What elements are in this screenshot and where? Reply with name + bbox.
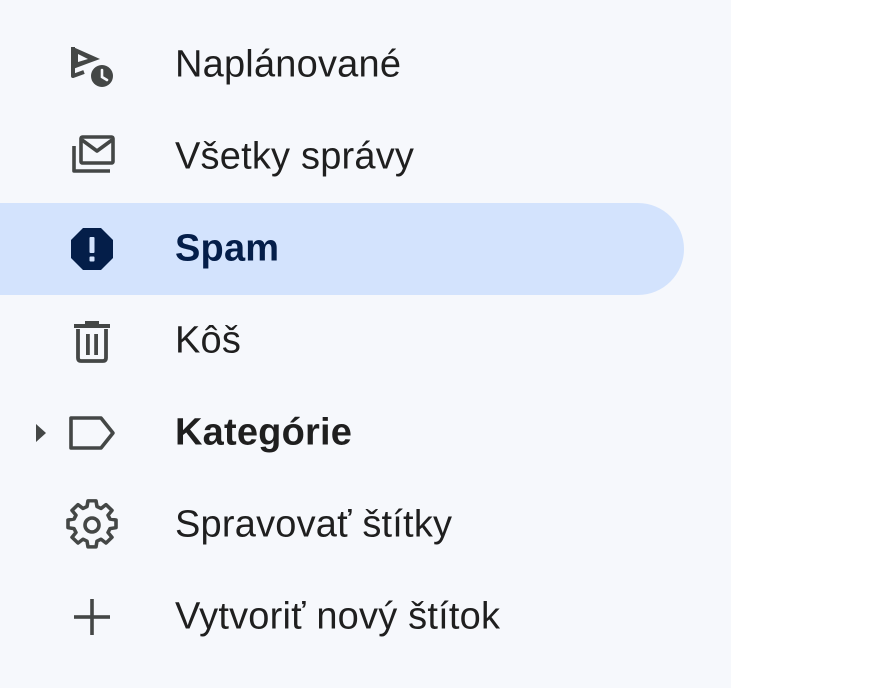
sidebar-item-label: Všetky správy xyxy=(175,135,415,178)
sidebar: Naplánované Všetky správy Spam Kôš Kateg… xyxy=(0,0,731,688)
sidebar-item-create-label[interactable]: Vytvoriť nový štítok xyxy=(0,571,684,663)
trash-icon xyxy=(66,315,118,367)
sidebar-item-categories[interactable]: Kategórie xyxy=(0,387,684,479)
sidebar-item-manage-labels[interactable]: Spravovať štítky xyxy=(0,479,684,571)
label-icon xyxy=(66,407,118,459)
sidebar-item-label: Spravovať štítky xyxy=(175,503,453,546)
sidebar-item-all-mail[interactable]: Všetky správy xyxy=(0,111,684,203)
sidebar-item-label: Vytvoriť nový štítok xyxy=(175,595,501,638)
plus-icon xyxy=(66,591,118,643)
sidebar-item-label: Kôš xyxy=(175,319,242,362)
main-content xyxy=(731,0,885,688)
all-mail-icon xyxy=(66,131,118,183)
sidebar-item-label: Kategórie xyxy=(175,411,353,454)
expand-arrow-icon[interactable] xyxy=(36,424,46,442)
sidebar-item-label: Spam xyxy=(175,227,280,270)
sidebar-item-label: Naplánované xyxy=(175,43,402,86)
gear-icon xyxy=(66,499,118,551)
sidebar-item-scheduled[interactable]: Naplánované xyxy=(0,19,684,111)
sidebar-item-spam[interactable]: Spam xyxy=(0,203,684,295)
app-window: Naplánované Všetky správy Spam Kôš Kateg… xyxy=(0,0,885,688)
sidebar-item-trash[interactable]: Kôš xyxy=(0,295,684,387)
scheduled-send-icon xyxy=(66,39,118,91)
spam-icon xyxy=(66,223,118,275)
